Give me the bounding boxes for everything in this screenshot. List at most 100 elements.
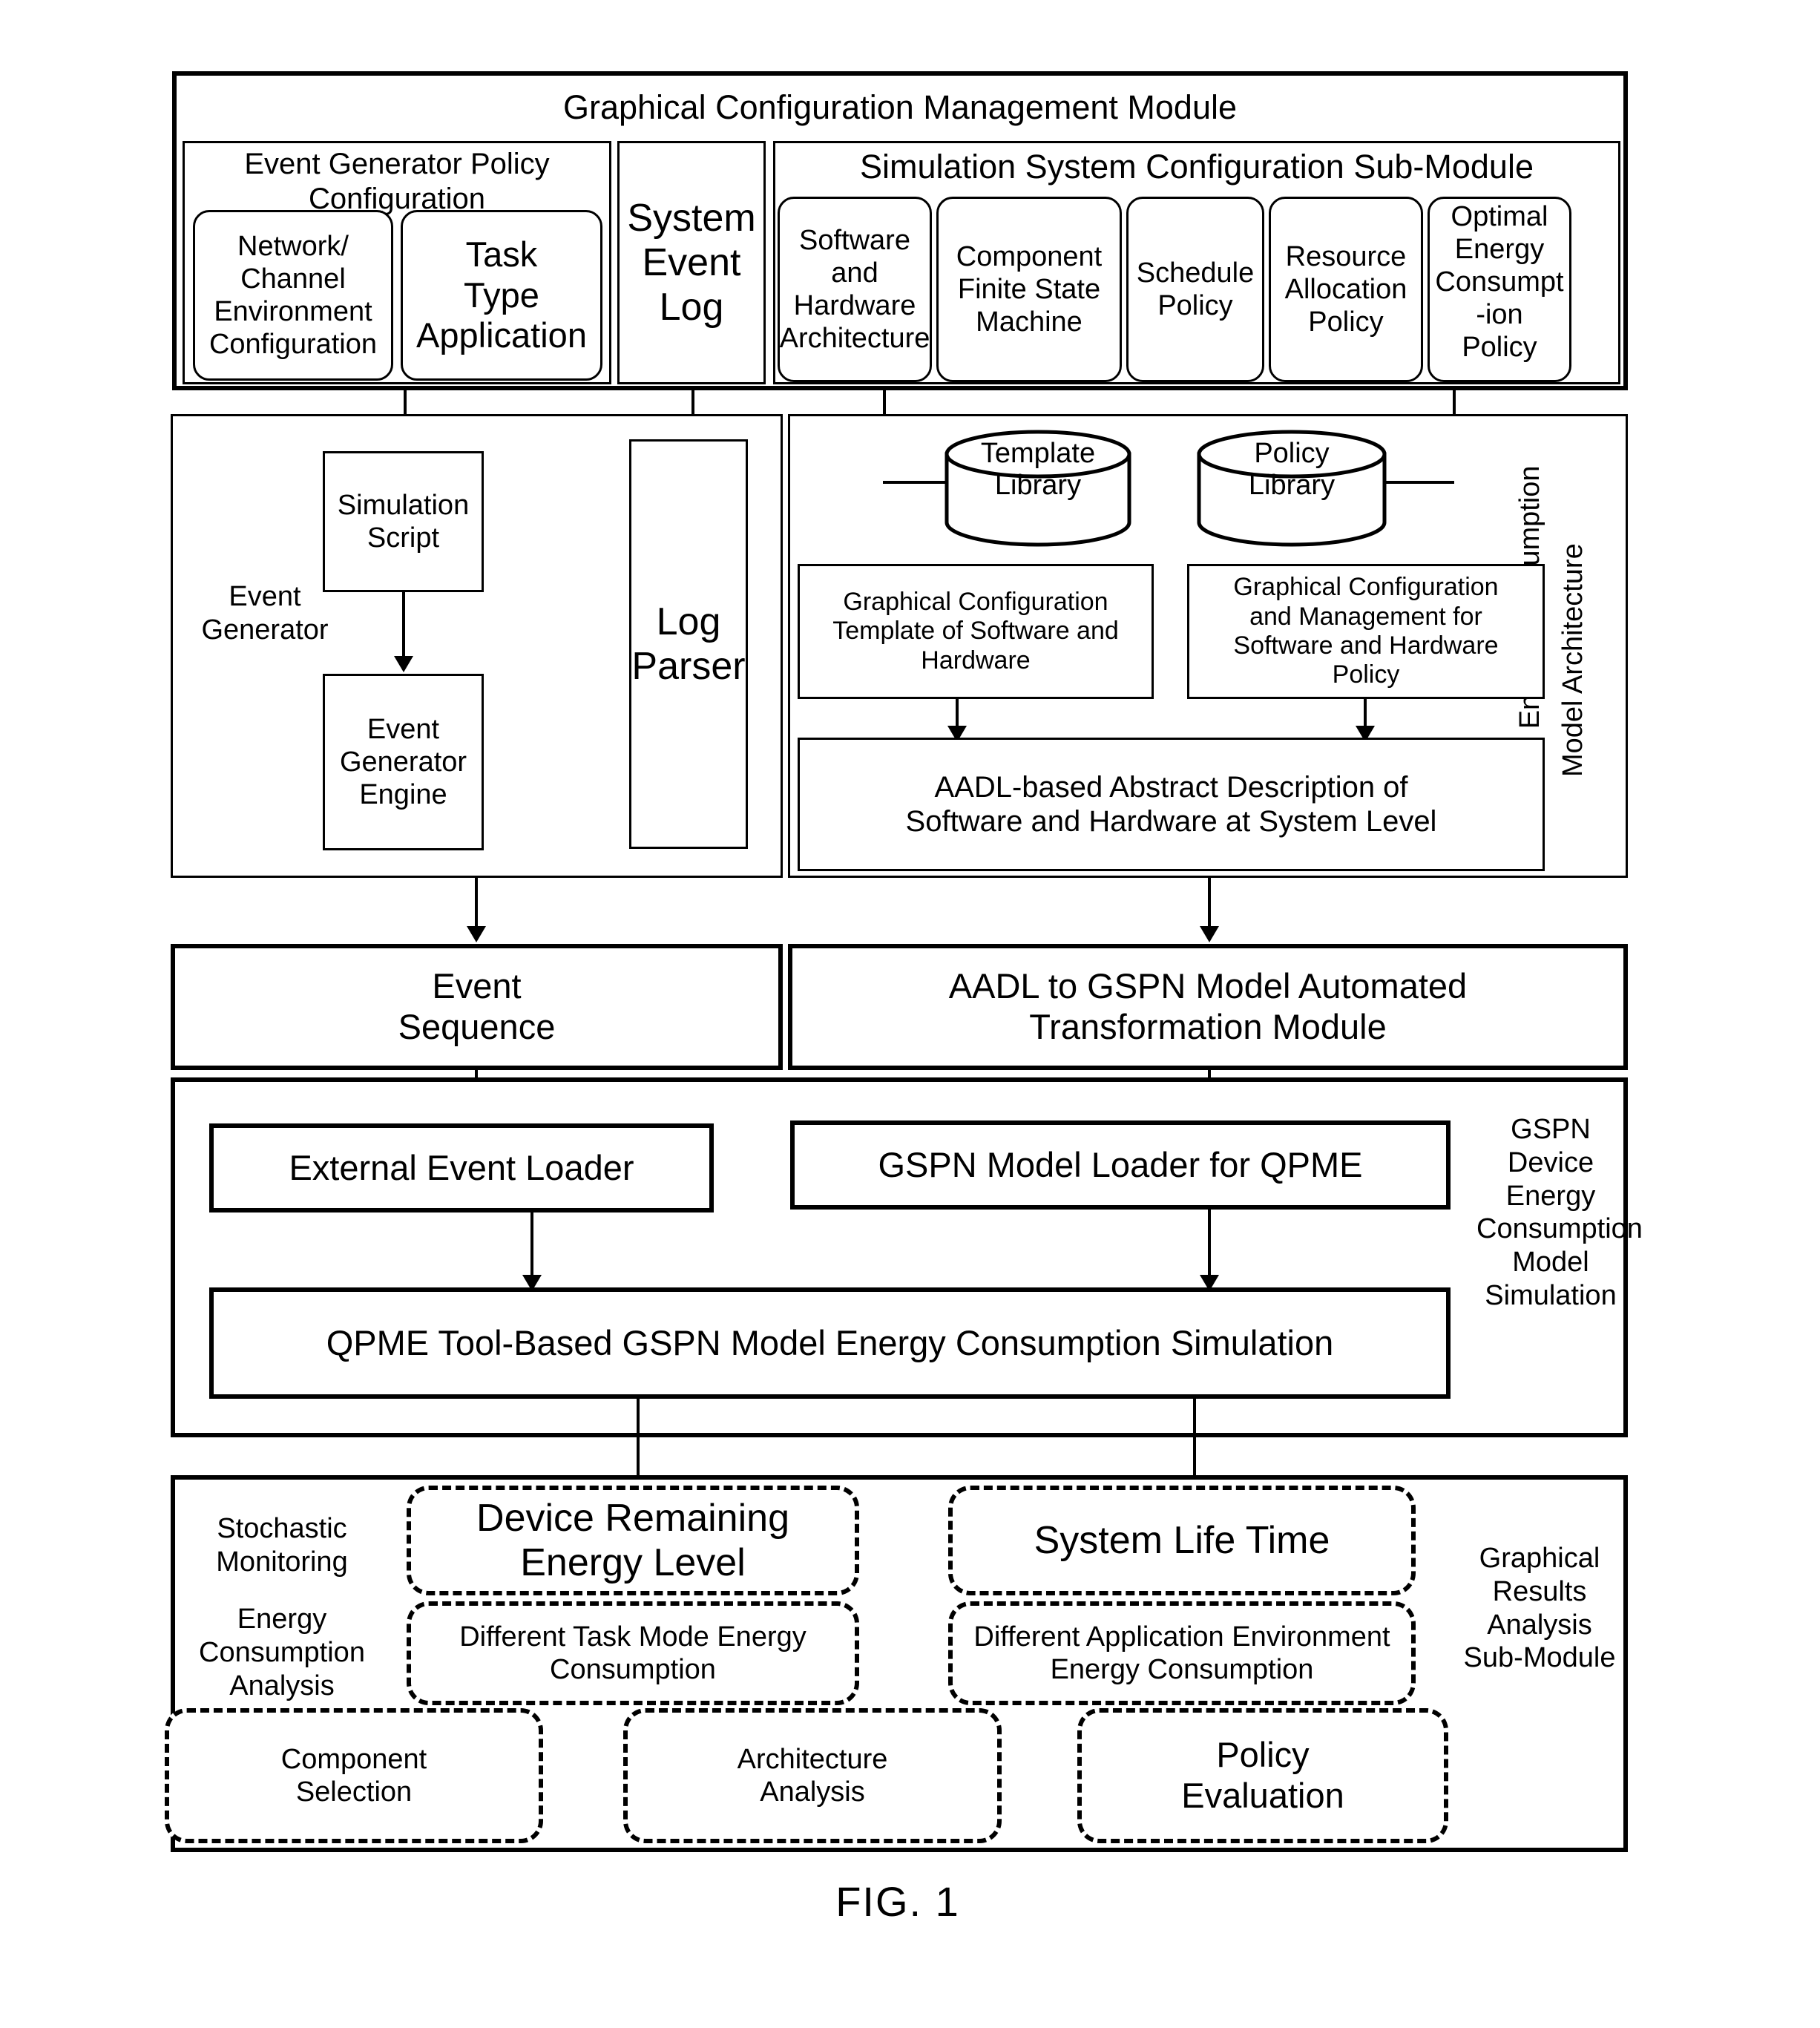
cfsm-line-1: Finite State [957,273,1101,305]
qpme-simulation-box[interactable]: QPME Tool-Based GSPN Model Energy Consum… [209,1287,1451,1399]
gspn-simulation-side-label: GSPN Device Energy Consumption Model Sim… [1476,1113,1643,1313]
swha-line-1: and [831,257,878,289]
aadl-line-0: AADL-based Abstract Description of [934,770,1408,804]
event-generator-policy-title: Event Generator Policy Configuration [185,147,608,217]
policy-evaluation-box[interactable]: Policy Evaluation [1077,1708,1448,1843]
device-remaining-energy-level-box[interactable]: Device Remaining Energy Level [407,1486,859,1595]
nce-line-1: Channel [240,263,346,295]
oecp-line-3: -ion [1476,299,1523,331]
drel-line-1: Energy Level [520,1541,746,1584]
network-channel-environment-configuration[interactable]: Network/ Channel Environment Configurati… [193,210,393,381]
gs-label-3: Consumption [1476,1213,1643,1245]
system-life-time-box[interactable]: System Life Time [948,1486,1416,1595]
eel-label: External Event Loader [289,1147,634,1187]
device-energy-side-label-line2: Model Architecture [1557,475,1591,846]
pe-line-0: Policy [1216,1735,1310,1775]
qpme-label: QPME Tool-Based GSPN Model Energy Consum… [326,1322,1334,1362]
aadl-to-gspn-transformation-module[interactable]: AADL to GSPN Model Automated Transformat… [788,944,1628,1070]
policy-library-cylinder[interactable]: Policy Library [1196,429,1387,548]
sp-line-0: Schedule [1136,257,1255,289]
gra-line-3: Sub-Module [1463,1642,1616,1674]
module-title: Graphical Configuration Management Modul… [209,88,1591,127]
nce-line-3: Configuration [208,329,378,361]
gcmp-line-0: Graphical Configuration [1233,573,1499,602]
ege-line-0: Event [367,713,440,745]
gs-label-0: GSPN [1511,1114,1591,1145]
figure-caption-text: FIG. 1 [835,1878,960,1925]
tm-line-0: AADL to GSPN Model Automated [948,966,1468,1006]
resource-allocation-policy[interactable]: Resource Allocation Policy [1269,197,1423,382]
gct-line-0: Graphical Configuration [843,587,1108,616]
ege-line-1: Generator [339,746,467,778]
sm-line-1: Monitoring [216,1546,348,1578]
figure-canvas: Graphical Configuration Management Modul… [0,0,1820,2028]
sel-line-0: System [627,196,756,240]
sscm-title-text: Simulation System Configuration Sub-Modu… [860,148,1534,186]
swha-line-3: Architecture [779,323,930,355]
tl-line-1: Library [994,469,1082,501]
lp-line-0: Log [656,600,721,643]
sel-line-1: Event [642,240,741,284]
deml-line-1: Model Architecture [1557,543,1589,778]
different-application-environment-energy-consumption-box[interactable]: Different Application Environment Energy… [948,1601,1416,1705]
eg-label-1: Generator [201,614,329,646]
template-library-cylinder[interactable]: Template Library [944,429,1132,548]
system-event-log[interactable]: System Event Log [617,141,766,384]
pl-line-0: Policy [1254,438,1330,469]
pl-line-1: Library [1248,469,1336,501]
log-parser-box[interactable]: Log Parser [629,439,748,849]
connector-gml-to-qpme [1208,1210,1211,1285]
gra-line-1: Results [1492,1575,1587,1607]
daee-line-0: Different Application Environment [973,1621,1390,1653]
oecp-line-0: Optimal [1451,201,1548,232]
es-line-0: Event [432,966,522,1006]
gspn-model-loader-box[interactable]: GSPN Model Loader for QPME [790,1120,1451,1210]
eg-label-0: Event [229,581,301,612]
task-type-application[interactable]: Task Type Application [401,210,602,381]
cs-line-1: Selection [295,1776,413,1808]
simulation-script-box[interactable]: Simulation Script [323,451,484,592]
simulation-sub-module-title: Simulation System Configuration Sub-Modu… [776,147,1617,186]
gcmp-line-3: Policy [1332,660,1400,689]
module-title-text: Graphical Configuration Management Modul… [562,88,1238,126]
aa-line-1: Analysis [760,1776,865,1808]
aadl-abstract-description-box[interactable]: AADL-based Abstract Description of Softw… [798,738,1545,871]
eca-line-1: Consumption [199,1636,365,1668]
oecp-line-1: Energy [1454,234,1545,266]
graphical-configuration-template-box[interactable]: Graphical Configuration Template of Soft… [798,564,1154,699]
nce-line-2: Environment [214,296,372,327]
rap-line-1: Allocation [1284,273,1407,305]
energy-consumption-analysis-label: Energy Consumption Analysis [189,1603,375,1702]
gct-line-1: Template of Software and [832,617,1119,646]
pe-line-1: Evaluation [1181,1776,1344,1815]
external-event-loader-box[interactable]: External Event Loader [209,1123,714,1212]
optimal-energy-consumption-policy[interactable]: Optimal Energy Consumpt -ion Policy [1428,197,1571,382]
dtme-line-1: Consumption [550,1654,716,1685]
component-selection-box[interactable]: Component Selection [165,1708,543,1843]
oecp-line-2: Consumpt [1435,266,1564,298]
swha-line-2: Hardware [793,290,916,321]
tta-line-2: Application [416,315,587,355]
different-task-mode-energy-consumption-box[interactable]: Different Task Mode Energy Consumption [407,1601,859,1705]
figure-caption: FIG. 1 [690,1877,1106,1926]
event-generator-engine-box[interactable]: Event Generator Engine [323,674,484,850]
graphical-configuration-management-policy-box[interactable]: Graphical Configuration and Management f… [1187,564,1545,699]
architecture-analysis-box[interactable]: Architecture Analysis [623,1708,1002,1843]
rap-line-2: Policy [1308,306,1384,338]
schedule-policy[interactable]: Schedule Policy [1126,197,1264,382]
software-and-hardware-architecture[interactable]: Software and Hardware Architecture [778,197,932,382]
graphical-results-analysis-label: Graphical Results Analysis Sub-Module [1451,1542,1629,1675]
component-finite-state-machine[interactable]: Component Finite State Machine [936,197,1122,382]
gct-line-2: Hardware [921,646,1031,675]
es-line-1: Sequence [398,1007,556,1046]
nce-line-0: Network/ [237,230,349,262]
sel-line-2: Log [659,286,724,329]
event-sequence-box[interactable]: Event Sequence [171,944,783,1070]
gcmp-line-1: and Management for [1249,602,1482,631]
tta-line-1: Type [464,275,539,315]
lp-line-1: Parser [631,645,746,688]
cfsm-line-0: Component [956,240,1103,272]
gs-label-2: Energy [1505,1180,1596,1212]
gs-label-5: Simulation [1485,1280,1617,1312]
gml-label: GSPN Model Loader for QPME [878,1144,1363,1184]
